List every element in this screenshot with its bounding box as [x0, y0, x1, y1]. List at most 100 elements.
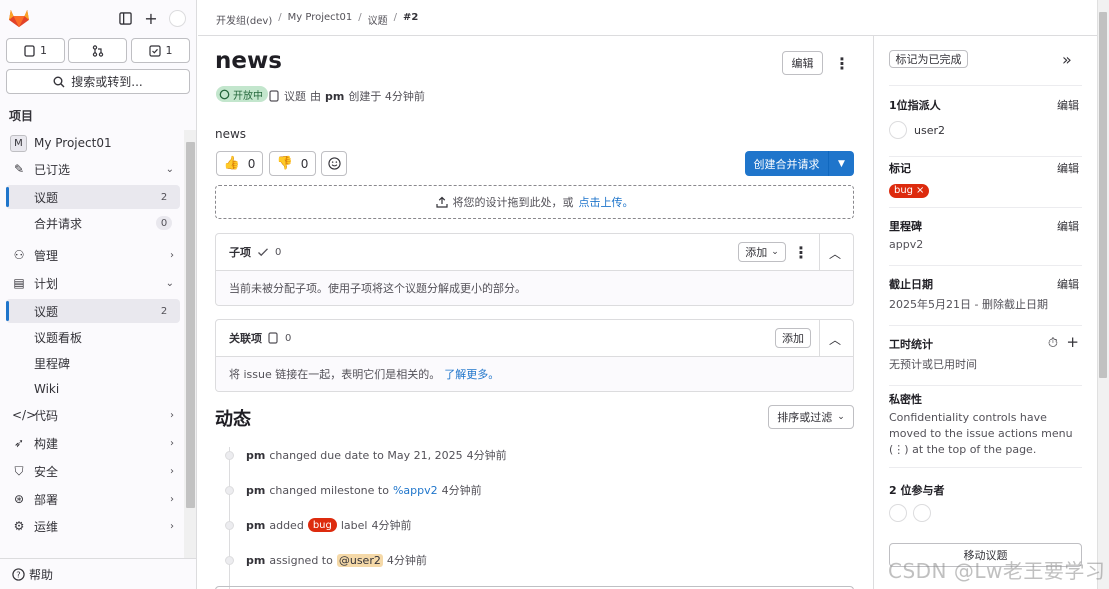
- plan-label: 计划: [34, 276, 59, 291]
- add-reaction-button[interactable]: [321, 151, 347, 176]
- linked-items-count: 0: [285, 332, 292, 344]
- chevron-down-icon: ⌄: [771, 247, 779, 257]
- chevron-up-icon[interactable]: ︿: [829, 245, 841, 262]
- note-author[interactable]: pm: [246, 484, 265, 497]
- bug-label-badge[interactable]: bug: [307, 518, 337, 532]
- linked-items-add-button[interactable]: 添加: [775, 328, 811, 348]
- thumbs-up-button[interactable]: 👍 0: [216, 151, 263, 176]
- sidebar-item-operate[interactable]: ⚙ 运维 ›: [6, 514, 180, 538]
- design-dropzone[interactable]: 将您的设计拖到此处，或 点击上传。: [215, 185, 854, 219]
- chevron-down-icon: ⌄: [165, 163, 174, 175]
- confidentiality-section: 私密性 Confidentiality controls have moved …: [889, 391, 1082, 468]
- chevron-up-icon[interactable]: ︿: [829, 331, 841, 348]
- sidebar-item-plan[interactable]: ▤ 计划 ⌄: [6, 271, 180, 295]
- stopwatch-icon[interactable]: ⏱: [1048, 336, 1058, 351]
- toggle-sidebar-icon[interactable]: [116, 9, 134, 27]
- labels-section: 标记 编辑 bug ×: [889, 160, 1082, 208]
- sidebar-item-manage[interactable]: ⚇ 管理 ›: [6, 243, 180, 267]
- sidebar-item-wiki[interactable]: Wiki: [6, 377, 180, 401]
- breadcrumb-issue-number[interactable]: #2: [403, 12, 418, 27]
- merge-requests-counter-button[interactable]: [68, 38, 127, 63]
- sort-filter-button[interactable]: 排序或过滤 ⌄: [768, 405, 854, 429]
- remove-label-icon[interactable]: ×: [916, 185, 924, 196]
- bug-label-text: bug: [894, 185, 914, 196]
- sidebar-scrollbar-thumb[interactable]: [186, 142, 195, 508]
- milestone-value[interactable]: appv2: [889, 238, 1082, 251]
- milestone-link[interactable]: %appv2: [393, 484, 438, 497]
- sidebar-item-secure[interactable]: ⛉ 安全 ›: [6, 459, 180, 483]
- sidebar-item-pinned-issues[interactable]: 议题 2: [6, 185, 180, 209]
- note-text: changed milestone to: [269, 483, 389, 497]
- sidebar-item-build[interactable]: ➶ 构建 ›: [6, 431, 180, 455]
- watermark: CSDN @Lw老王要学习: [888, 559, 1106, 583]
- create-merge-request-button[interactable]: 创建合并请求: [745, 151, 829, 176]
- sidebar-item-pinned-merge-requests[interactable]: 合并请求 0: [6, 211, 180, 235]
- sidebar-item-pinned[interactable]: ✎ 已订选 ⌄: [6, 157, 180, 181]
- upload-link[interactable]: 点击上传。: [579, 194, 634, 210]
- note-text: changed due date to May 21, 2025: [269, 448, 463, 462]
- user-mention[interactable]: @user2: [336, 553, 383, 567]
- thumbs-down-button[interactable]: 👎 0: [269, 151, 316, 176]
- mark-done-button[interactable]: 标记为已完成: [889, 50, 968, 68]
- due-date-edit-button[interactable]: 编辑: [1057, 276, 1079, 292]
- child-items-add-button[interactable]: 添加 ⌄: [738, 242, 786, 262]
- sidebar-item-deploy[interactable]: ⊛ 部署 ›: [6, 487, 180, 511]
- smiley-icon: [327, 157, 341, 170]
- participants-title: 2 位参与者: [889, 484, 945, 497]
- assignee-avatar: [889, 121, 907, 139]
- user-avatar[interactable]: [169, 10, 186, 27]
- bug-label-badge[interactable]: bug ×: [889, 183, 930, 198]
- learn-more-link[interactable]: 了解更多。: [444, 366, 499, 382]
- breadcrumb-issues[interactable]: 议题: [368, 12, 388, 27]
- todo-counter-button[interactable]: 1: [131, 38, 190, 63]
- chevron-down-icon[interactable]: ▼: [829, 151, 854, 176]
- thumbs-down-icon: 👎: [276, 156, 293, 171]
- sort-filter-label: 排序或过滤: [777, 411, 833, 424]
- milestone-edit-button[interactable]: 编辑: [1057, 218, 1079, 234]
- labels-edit-button[interactable]: 编辑: [1057, 160, 1079, 176]
- issue-actions-kebab-icon[interactable]: ⋮: [834, 53, 850, 73]
- breadcrumb-group[interactable]: 开发组(dev): [216, 12, 272, 27]
- issue-author[interactable]: pm: [325, 90, 344, 103]
- upload-icon: [435, 196, 448, 208]
- plus-icon[interactable]: +: [1066, 333, 1079, 351]
- sidebar-item-plan-issues[interactable]: 议题 2: [6, 299, 180, 323]
- search-button[interactable]: 搜索或转到...: [6, 69, 190, 94]
- cloud-gear-icon: ⚙: [13, 519, 25, 533]
- sidebar-item-issue-boards[interactable]: 议题看板: [6, 325, 180, 349]
- remove-due-date-link[interactable]: 删除截止日期: [982, 298, 1048, 311]
- sidebar-item-milestones[interactable]: 里程碑: [6, 351, 180, 375]
- sidebar-item-project[interactable]: M My Project01: [6, 131, 180, 155]
- child-items-title: 子项: [229, 246, 251, 259]
- due-date-section: 截止日期 编辑 2025年5月21日 - 删除截止日期: [889, 276, 1082, 326]
- sidebar-item-code[interactable]: </> 代码 ›: [6, 403, 180, 427]
- note-author[interactable]: pm: [246, 519, 265, 532]
- gitlab-logo-icon[interactable]: [8, 8, 30, 28]
- breadcrumb-separator: /: [393, 12, 398, 23]
- sidebar-item-label: 里程碑: [34, 356, 71, 371]
- assignee-row[interactable]: user2: [889, 121, 1082, 139]
- assignee-name: user2: [914, 123, 945, 137]
- breadcrumb-project[interactable]: My Project01: [288, 12, 353, 27]
- collapse-sidebar-icon[interactable]: »: [1062, 50, 1072, 69]
- participant-avatar[interactable]: [889, 504, 907, 522]
- help-button[interactable]: ? 帮助: [0, 558, 197, 589]
- divider: [819, 234, 820, 271]
- issues-counter-button[interactable]: 1: [6, 38, 65, 63]
- help-label: 帮助: [29, 567, 54, 582]
- edit-issue-button[interactable]: 编辑: [782, 51, 823, 75]
- note-author[interactable]: pm: [246, 554, 265, 567]
- assignee-section: 1位指派人 编辑 user2: [889, 97, 1082, 157]
- assignee-title: 1位指派人: [889, 99, 941, 112]
- page-scrollbar-thumb[interactable]: [1099, 12, 1107, 378]
- participant-avatar[interactable]: [913, 504, 931, 522]
- time-tracking-value: 无预计或已用时间: [889, 358, 977, 371]
- note-author[interactable]: pm: [246, 449, 265, 462]
- chevron-right-icon: ›: [170, 249, 174, 261]
- labels-list: bug ×: [889, 182, 1082, 198]
- chevron-down-icon: ⌄: [165, 277, 174, 289]
- plus-icon[interactable]: +: [142, 9, 160, 28]
- child-items-kebab-icon[interactable]: ⋮: [793, 242, 809, 262]
- assignee-edit-button[interactable]: 编辑: [1057, 97, 1079, 113]
- issue-type-icon: [269, 90, 279, 102]
